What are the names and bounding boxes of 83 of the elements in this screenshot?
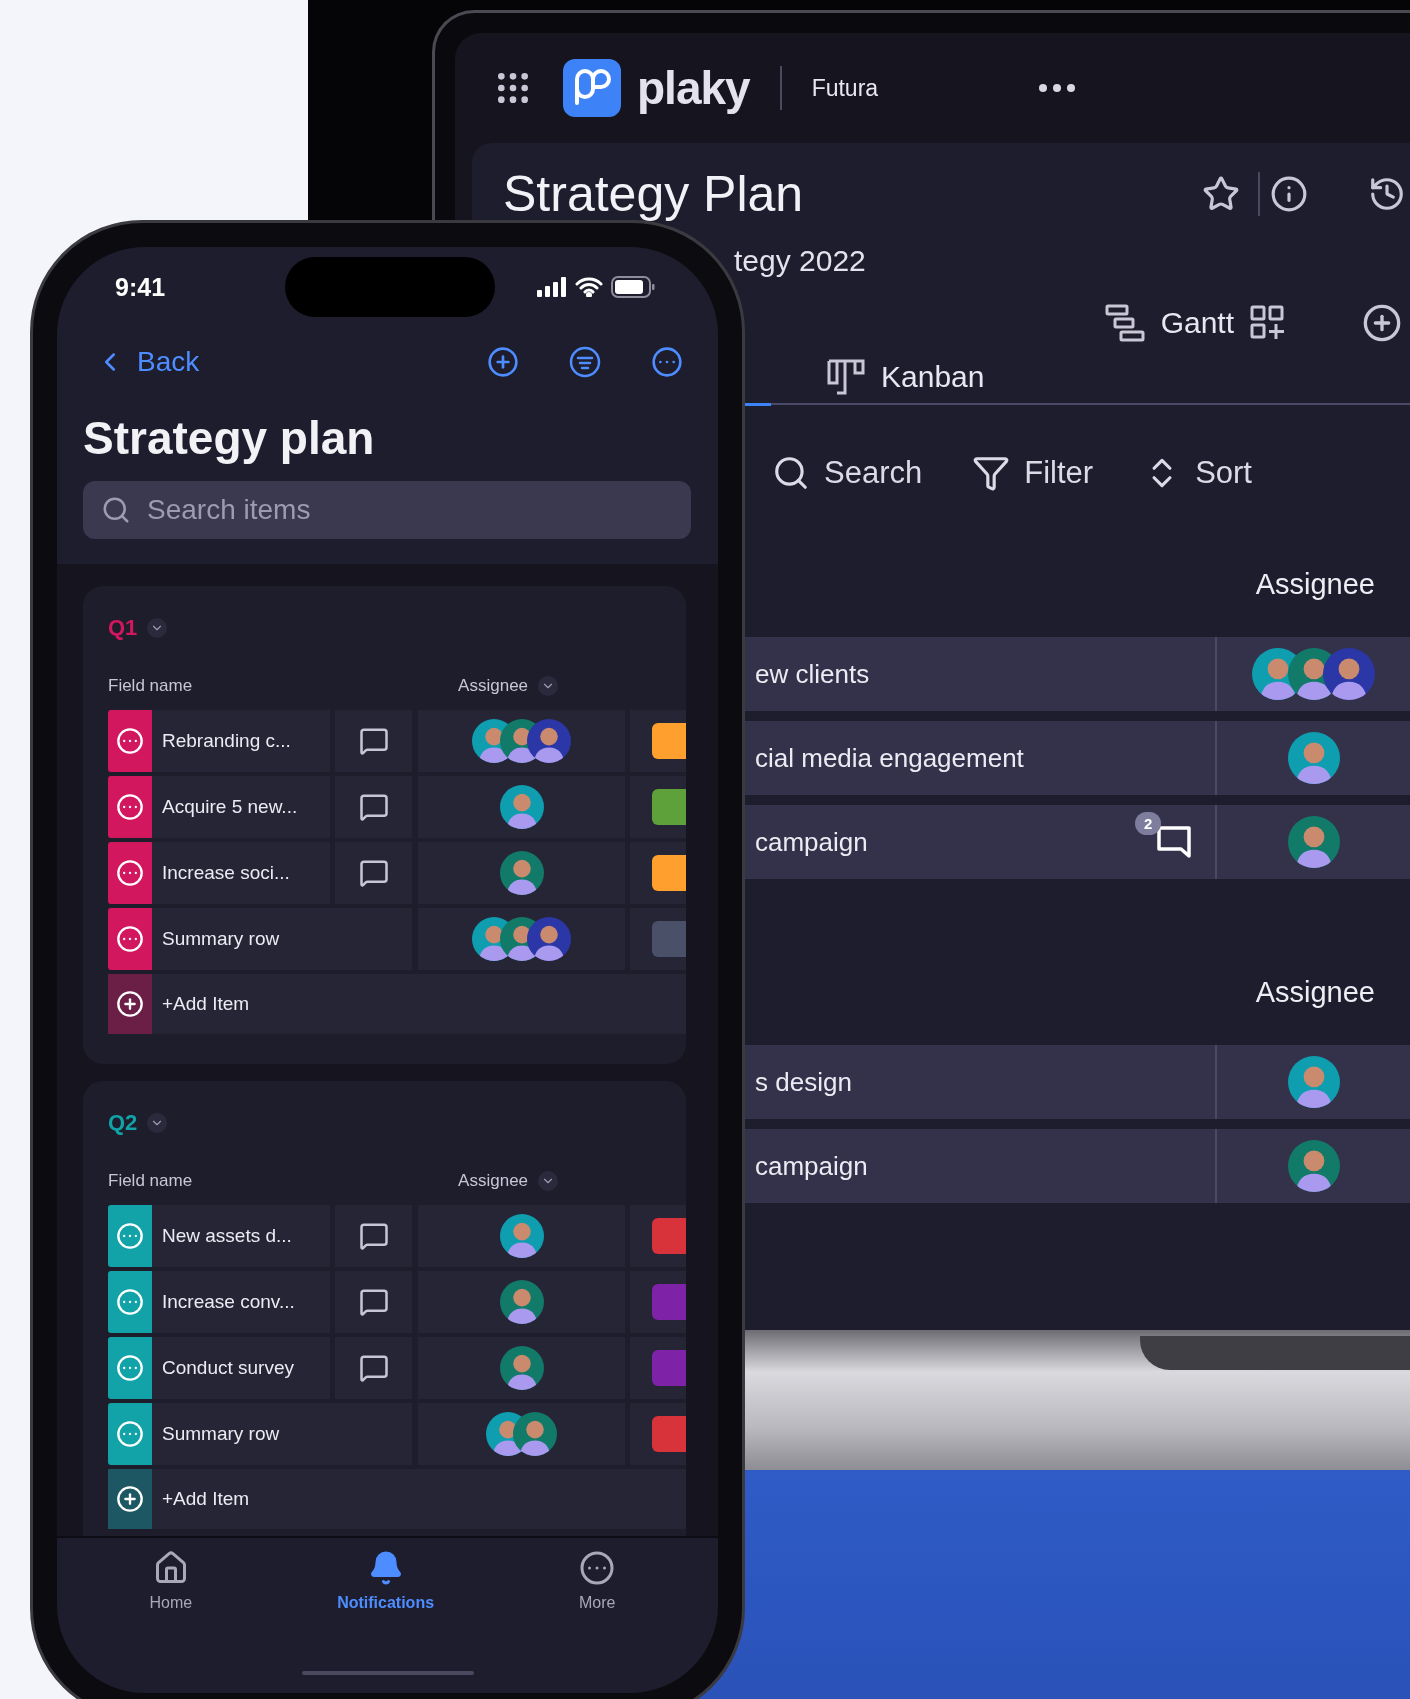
add-icon[interactable]: [108, 1469, 152, 1529]
add-item-button[interactable]: +Add Item: [152, 1469, 686, 1529]
star-icon[interactable]: [1202, 175, 1240, 213]
board-title: Strategy Plan: [503, 165, 805, 223]
info-icon[interactable]: [1270, 175, 1308, 213]
more-icon: [579, 1550, 616, 1586]
view-tab[interactable]: Gantt: [1104, 303, 1234, 343]
search-field[interactable]: Search items: [83, 481, 691, 539]
column-header: Field name: [108, 676, 193, 696]
gantt-icon: [1104, 303, 1145, 343]
item-menu-icon[interactable]: [108, 1205, 152, 1267]
column-header: Assignee: [1255, 975, 1375, 1009]
comment-icon[interactable]: [335, 1205, 412, 1267]
logo-wordmark: plaky: [637, 61, 750, 115]
tab-bar-item[interactable]: Home: [149, 1550, 193, 1612]
filter-icon: [972, 454, 1011, 492]
toolbar-button[interactable]: Filter: [972, 454, 1094, 492]
comment-icon[interactable]: [335, 1337, 412, 1399]
add-item-button[interactable]: +Add Item: [152, 974, 686, 1034]
history-icon[interactable]: [1368, 175, 1406, 213]
signal-icon: [537, 277, 567, 297]
item-row[interactable]: campaign 2: [745, 805, 1410, 879]
logo-icon: [563, 59, 621, 117]
comment-icon[interactable]: [335, 1271, 412, 1333]
item-row[interactable]: campaign: [745, 1129, 1410, 1203]
column-header: Assignee: [458, 1171, 529, 1191]
item-name: ew clients: [755, 658, 871, 690]
comment-icon[interactable]: [335, 776, 412, 838]
board-subtitle: tegy 2022: [733, 243, 867, 279]
back-button[interactable]: Back: [83, 346, 200, 378]
workspace-name[interactable]: Futura: [811, 74, 879, 102]
item-menu-icon[interactable]: [108, 1337, 152, 1399]
item-name: cial media engagement: [755, 742, 1025, 774]
more-icon[interactable]: [1039, 84, 1076, 92]
group-title[interactable]: Q2: [108, 1110, 138, 1136]
chevron-down-icon[interactable]: [147, 1113, 168, 1133]
status-time: 9:41: [115, 272, 167, 302]
item-name[interactable]: Summary row: [152, 1403, 412, 1465]
comment-icon[interactable]: [335, 842, 412, 904]
battery-icon: [611, 276, 655, 298]
chevron-down-icon[interactable]: [147, 618, 168, 638]
tab-bar-item[interactable]: More: [579, 1550, 616, 1612]
item-row[interactable]: cial media engagement: [745, 721, 1410, 795]
kanban-icon: [827, 359, 865, 395]
wifi-icon: [575, 277, 603, 297]
toolbar-button[interactable]: Sort: [1143, 454, 1252, 492]
column-header: Field name: [108, 1171, 193, 1191]
chevron-down-icon[interactable]: [538, 1171, 559, 1191]
toolbar-button[interactable]: Search: [772, 454, 923, 492]
more-icon[interactable]: [651, 346, 683, 378]
item-name: s design: [755, 1066, 853, 1098]
item-menu-icon[interactable]: [108, 842, 152, 904]
column-header: Assignee: [458, 676, 529, 696]
search-input[interactable]: Search items: [145, 493, 673, 527]
add-view-icon[interactable]: [1250, 305, 1286, 341]
item-menu-icon[interactable]: [108, 776, 152, 838]
chevron-down-icon[interactable]: [538, 676, 559, 696]
item-name: campaign: [755, 826, 869, 858]
item-name[interactable]: Acquire 5 new...: [152, 776, 330, 838]
item-name[interactable]: Rebranding c...: [152, 710, 330, 772]
tab-bar-item[interactable]: Notifications: [337, 1550, 435, 1612]
add-icon[interactable]: [1362, 303, 1402, 343]
item-name[interactable]: Increase conv...: [152, 1271, 330, 1333]
page-title: Strategy plan: [83, 411, 376, 466]
item-row[interactable]: s design: [745, 1045, 1410, 1119]
item-menu-icon[interactable]: [108, 908, 152, 970]
item-name[interactable]: New assets d...: [152, 1205, 330, 1267]
item-menu-icon[interactable]: [108, 710, 152, 772]
item-menu-icon[interactable]: [108, 1271, 152, 1333]
comment-icon[interactable]: [335, 710, 412, 772]
item-name[interactable]: Summary row: [152, 908, 412, 970]
column-header: Assignee: [1255, 567, 1375, 601]
search-icon: [101, 495, 131, 525]
add-icon[interactable]: [108, 974, 152, 1034]
item-row[interactable]: ew clients: [745, 637, 1410, 711]
add-icon[interactable]: [487, 346, 519, 378]
filter-icon[interactable]: [569, 346, 601, 378]
view-tab[interactable]: Kanban: [827, 359, 985, 395]
comment-count: 2: [1135, 812, 1162, 835]
item-name: campaign: [755, 1150, 869, 1182]
search-icon: [772, 454, 810, 492]
item-name[interactable]: Increase soci...: [152, 842, 330, 904]
item-name[interactable]: Conduct survey: [152, 1337, 330, 1399]
